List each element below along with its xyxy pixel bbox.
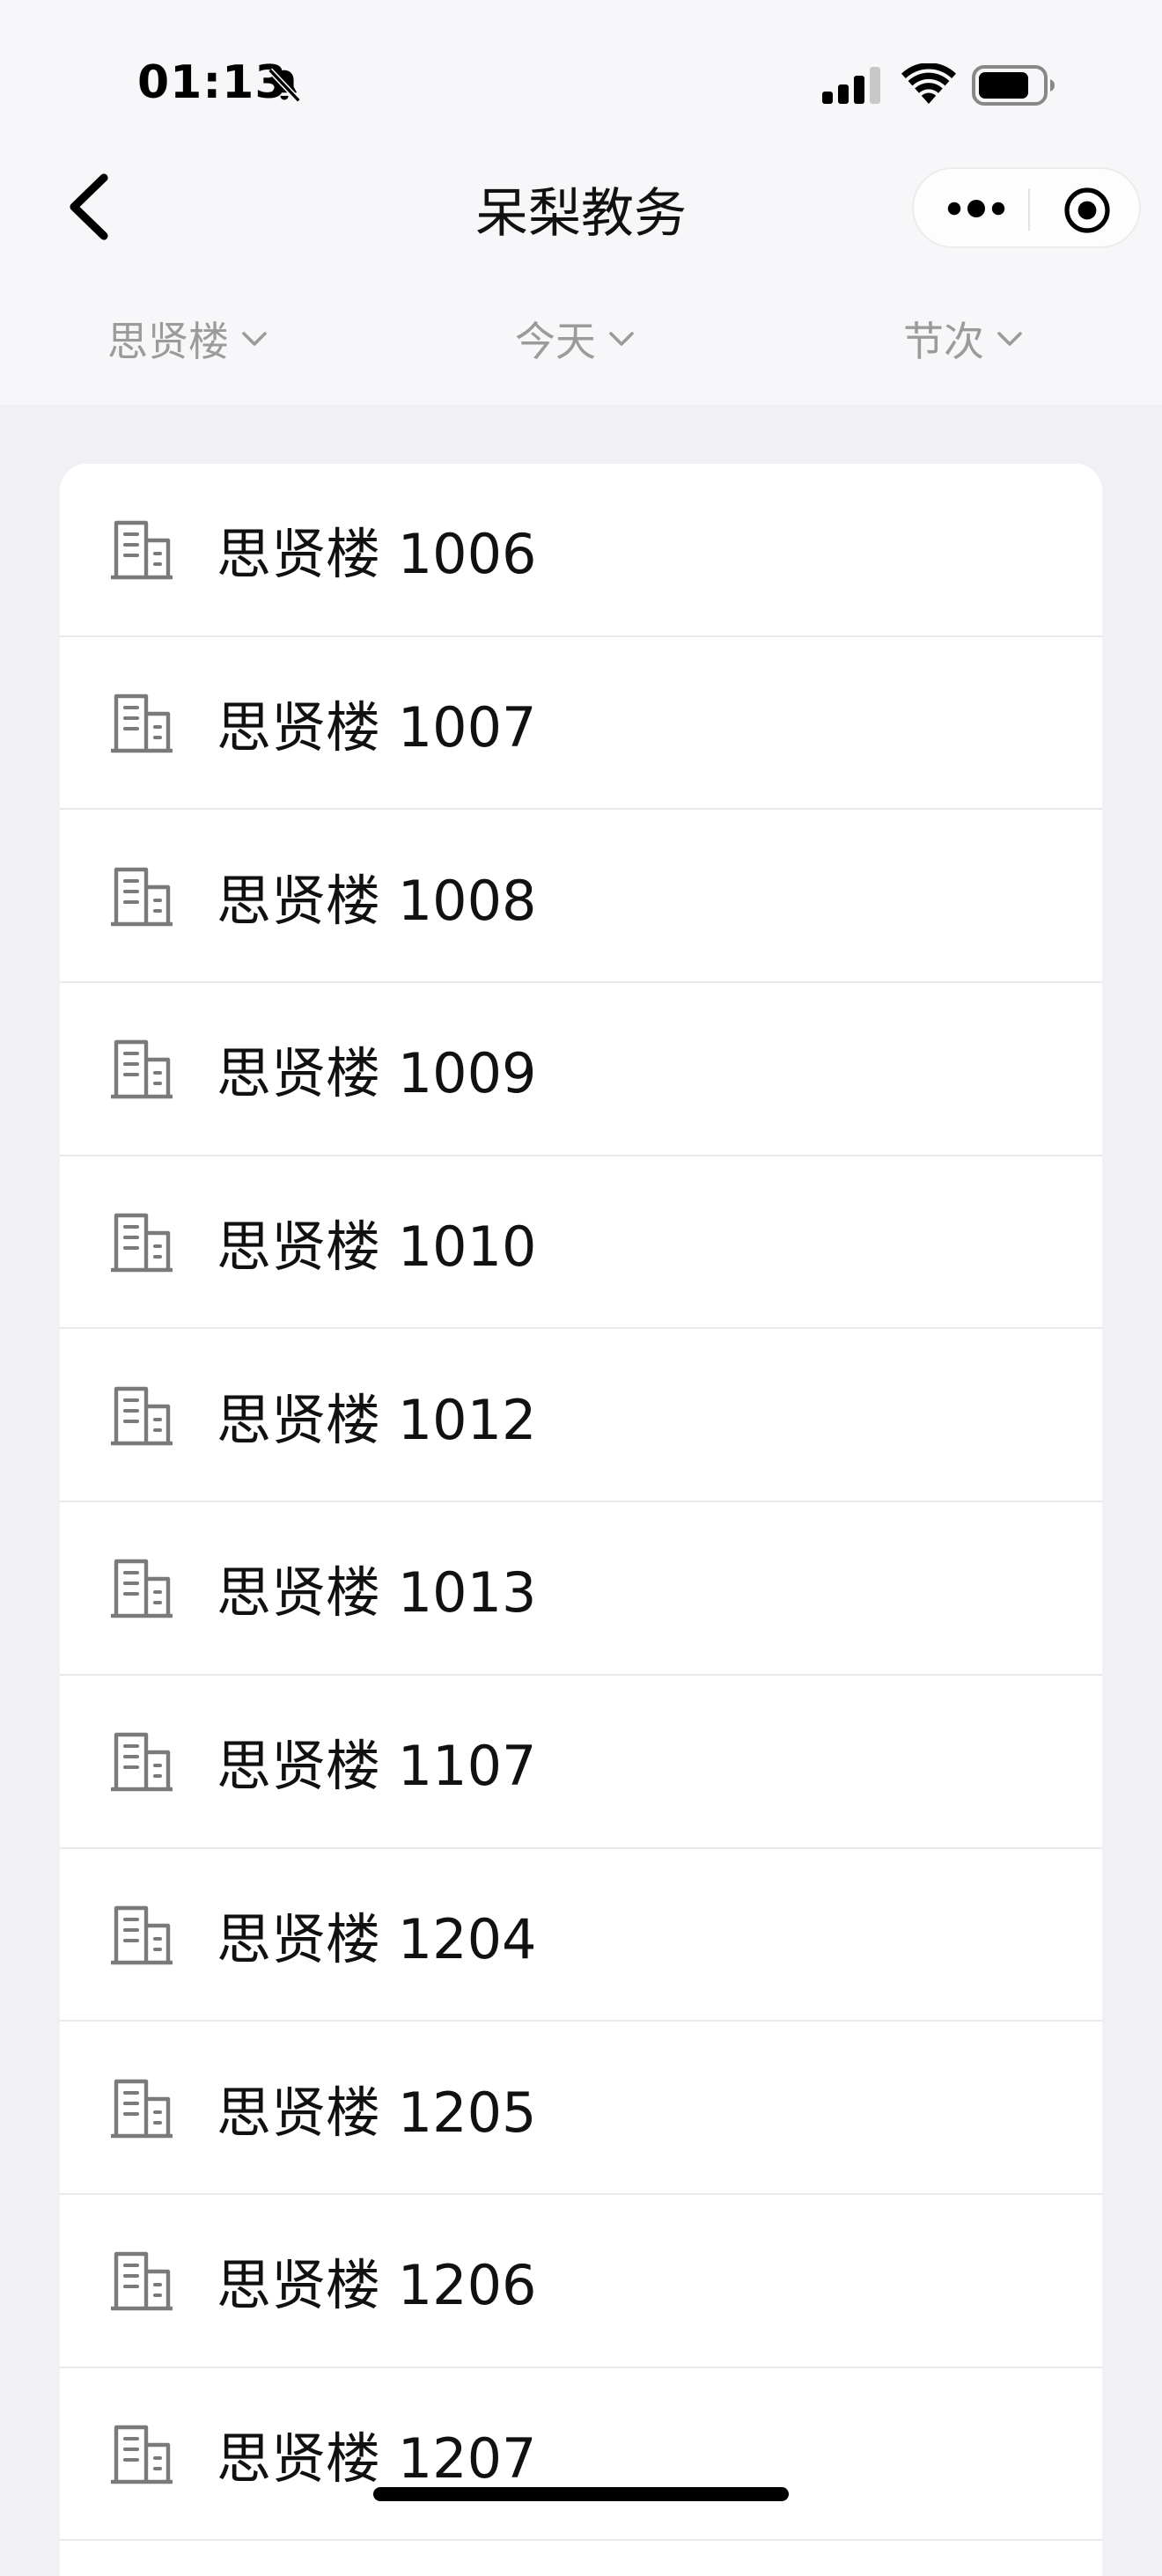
filter-date[interactable]: 今天 — [515, 308, 635, 370]
list-item[interactable]: 思贤楼 1107 — [60, 1676, 1102, 1849]
filter-building-label: 思贤楼 — [107, 318, 229, 365]
list-item[interactable]: 思贤楼 1206 — [60, 2195, 1102, 2368]
room-label: 思贤楼 1010 — [217, 1215, 537, 1280]
status-bar: 01:13 — [0, 0, 1162, 167]
classroom-list: 思贤楼 1006 思贤楼 1007 思贤楼 1008 思贤楼 1009 思贤楼 1010… — [60, 464, 1102, 2576]
room-label: 思贤楼 1007 — [217, 695, 537, 760]
room-label: 思贤楼 1009 — [217, 1041, 537, 1106]
building-icon — [111, 694, 173, 753]
building-icon — [111, 1732, 173, 1792]
battery-icon — [972, 65, 1055, 106]
chevron-down-icon — [609, 332, 634, 346]
more-dots-icon[interactable] — [947, 194, 1005, 224]
list-item[interactable]: 思贤楼 1013 — [60, 1502, 1102, 1676]
list-item[interactable]: 思贤楼 1009 — [60, 983, 1102, 1156]
room-label: 思贤楼 1205 — [217, 2080, 537, 2145]
filter-period-label: 节次 — [903, 318, 984, 365]
list-item[interactable]: 思贤楼 1205 — [60, 2022, 1102, 2195]
bell-slash-icon — [268, 68, 301, 103]
target-icon[interactable] — [1063, 187, 1111, 234]
list-item[interactable]: 思贤楼 1006 — [60, 464, 1102, 637]
room-label: 思贤楼 1207 — [217, 2426, 537, 2491]
room-label: 思贤楼 1204 — [217, 1906, 537, 1971]
list-item[interactable]: 思贤楼 1007 — [60, 637, 1102, 811]
list-item[interactable]: 思贤楼 1008 — [60, 810, 1102, 984]
chevron-down-icon — [997, 332, 1022, 346]
list-item[interactable]: 思贤楼 1204 — [60, 1849, 1102, 2022]
header-area: 01:13 呆梨教务 思贤楼 今天 节次 — [0, 0, 1162, 405]
filter-period[interactable]: 节次 — [903, 308, 1023, 370]
room-label: 思贤楼 1008 — [217, 868, 537, 933]
chevron-down-icon — [242, 332, 267, 346]
wifi-icon — [901, 63, 956, 104]
filter-building[interactable]: 思贤楼 — [107, 308, 268, 370]
building-icon — [111, 521, 173, 580]
room-label: 思贤楼 1012 — [217, 1387, 537, 1452]
list-item[interactable]: 思贤楼 1010 — [60, 1156, 1102, 1330]
room-label: 思贤楼 1013 — [217, 1560, 537, 1626]
list-item[interactable]: 思贤楼 1012 — [60, 1329, 1102, 1503]
filter-date-label: 今天 — [515, 318, 596, 365]
cellular-signal-icon — [822, 67, 880, 104]
building-icon — [111, 1213, 173, 1273]
building-icon — [111, 1560, 173, 1618]
home-indicator[interactable] — [373, 2487, 789, 2501]
mini-program-capsule — [912, 167, 1141, 248]
building-icon — [111, 1386, 173, 1445]
room-label: 思贤楼 1206 — [217, 2253, 537, 2318]
building-icon — [111, 1905, 173, 1965]
building-icon — [111, 1040, 173, 1099]
building-icon — [111, 2079, 173, 2138]
building-icon — [111, 2425, 173, 2484]
room-label: 思贤楼 1006 — [217, 522, 537, 587]
capsule-divider — [1028, 188, 1030, 231]
building-icon — [111, 2252, 173, 2311]
navigation-bar: 呆梨教务 — [0, 167, 1162, 299]
list-item[interactable]: 思贤楼 1207 — [60, 2368, 1102, 2542]
building-icon — [111, 867, 173, 926]
room-label: 思贤楼 1107 — [217, 1734, 537, 1799]
filter-bar: 思贤楼 今天 节次 — [0, 299, 1162, 387]
